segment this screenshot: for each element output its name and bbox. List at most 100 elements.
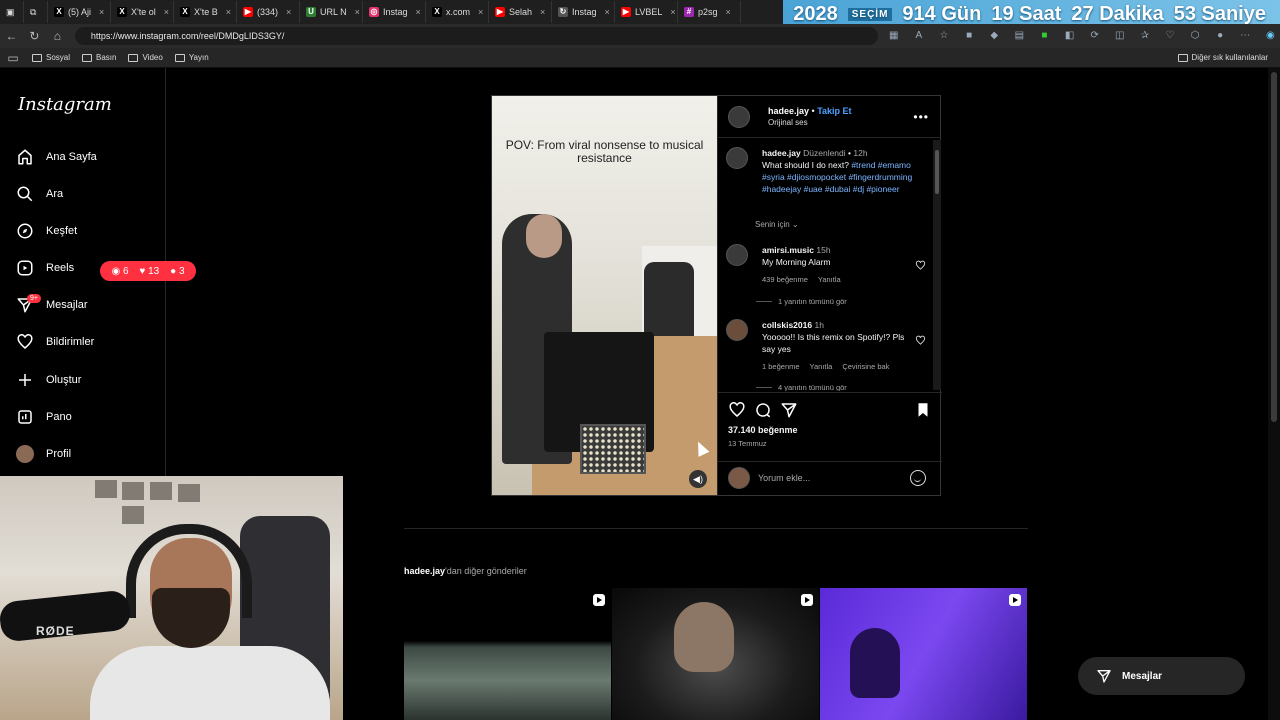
reel-video[interactable]: POV: From viral nonsense to musical resi… (492, 96, 717, 495)
bookmark-folder[interactable]: Video (128, 53, 163, 62)
more-posts-username[interactable]: hadee.jay (404, 566, 445, 576)
browser-tab[interactable]: X X'te B × (174, 1, 237, 23)
browser-menu-button[interactable]: ▣ (0, 1, 24, 23)
comment-username[interactable]: amirsi.music (762, 245, 814, 255)
related-reel-thumbnail[interactable] (612, 588, 819, 720)
browser-tab[interactable]: Xx.com × (426, 1, 489, 23)
sidebar-item-search[interactable]: Ara (16, 185, 63, 203)
browser-tab[interactable]: ↻ Instag × (552, 1, 615, 23)
mute-icon[interactable]: ◀) (689, 470, 707, 488)
close-tab-icon[interactable]: × (478, 7, 483, 17)
browser-tab[interactable]: ◎ Instag × (363, 1, 426, 23)
close-tab-icon[interactable]: × (605, 7, 610, 17)
extension-icon[interactable]: ◧ (1060, 30, 1079, 42)
messages-floating-button[interactable]: Mesajlar (1078, 657, 1245, 695)
browser-tab[interactable]: ▶ LVBEL × (615, 1, 678, 23)
close-tab-icon[interactable]: × (226, 7, 231, 17)
extension-icon[interactable]: ▦ (884, 30, 903, 42)
share-send-icon[interactable] (780, 401, 798, 419)
close-tab-icon[interactable]: × (164, 7, 169, 17)
close-tab-icon[interactable]: × (726, 7, 731, 17)
close-tab-icon[interactable]: × (99, 7, 104, 17)
sidebar-item-notifications[interactable]: Bildirimler (16, 333, 94, 351)
sidebar-item-profile[interactable]: Profil (16, 445, 71, 463)
translate-button[interactable]: Çevirisine bak (842, 361, 889, 373)
author-username[interactable]: hadee.jay (768, 106, 809, 116)
related-reel-thumbnail[interactable] (820, 588, 1027, 720)
like-comment-heart-icon[interactable] (915, 258, 926, 276)
save-bookmark-icon[interactable] (914, 401, 932, 424)
close-tab-icon[interactable]: × (286, 7, 291, 17)
like-count[interactable]: 37.140 beğenme (728, 425, 798, 435)
sidebar-item-home[interactable]: Ana Sayfa (16, 148, 97, 166)
tab-actions-button[interactable]: ⧉ (24, 1, 48, 23)
sidebar-item-explore[interactable]: Keşfet (16, 222, 77, 240)
more-options-icon[interactable]: ••• (913, 110, 929, 124)
author-avatar[interactable] (726, 147, 748, 169)
page-scrollbar-thumb[interactable] (1271, 72, 1277, 422)
extension-icon[interactable]: ■ (1035, 30, 1054, 42)
read-aloud-icon[interactable]: A (909, 30, 928, 42)
back-icon[interactable]: ← (0, 29, 23, 43)
comment-bubble-icon[interactable] (754, 401, 772, 419)
sidebar-item-create[interactable]: Oluştur (16, 371, 81, 389)
bookmark-folder[interactable]: Basın (82, 53, 116, 62)
extension-icon[interactable]: ◆ (985, 30, 1004, 42)
sidebar-item-dashboard[interactable]: Pano (16, 408, 72, 426)
view-replies-button[interactable]: 1 yanıtın tümünü gör (756, 297, 847, 306)
view-replies-button[interactable]: 4 yanıtın tümünü gör (756, 383, 847, 391)
comment-likes[interactable]: 1 beğenme (762, 361, 800, 373)
instagram-logo[interactable]: Instagram (18, 94, 112, 115)
page-scrollbar[interactable] (1268, 68, 1280, 720)
author-avatar[interactable] (728, 105, 750, 128)
scrollbar-thumb[interactable] (935, 150, 939, 194)
browser-tab[interactable]: ▶ (334) × (237, 1, 300, 23)
commenter-avatar[interactable] (726, 244, 748, 266)
other-bookmarks-folder[interactable]: Diğer sık kullanılanlar (1177, 53, 1268, 62)
profile-avatar-icon[interactable]: ● (1211, 30, 1230, 42)
url-input[interactable]: https://www.instagram.com/reel/DMDgLIDS3… (74, 27, 879, 45)
collections-icon[interactable]: ♡ (1160, 30, 1179, 42)
extension-icon[interactable]: ⬡ (1186, 30, 1205, 42)
sidebar-item-reels[interactable]: Reels (16, 259, 74, 277)
reply-button[interactable]: Yanıtla (810, 361, 833, 373)
copilot-icon[interactable]: ◉ (1261, 30, 1280, 42)
comment-sort-dropdown[interactable]: Senin için ⌄ (755, 220, 799, 229)
more-menu-icon[interactable]: ⋯ (1236, 30, 1255, 42)
audio-label[interactable]: Orijinal ses (768, 117, 852, 129)
browser-tab[interactable]: X X'te ol × (111, 1, 174, 23)
commenter-avatar[interactable] (726, 319, 748, 341)
extension-icon[interactable]: ▤ (1010, 30, 1029, 42)
favorite-star-icon[interactable]: ☆ (934, 30, 953, 42)
favorites-icon[interactable]: ✰ (1135, 30, 1154, 42)
tab-label: Instag (383, 7, 408, 17)
close-tab-icon[interactable]: × (670, 7, 675, 17)
sidebar-toggle-icon[interactable]: ▭ (6, 51, 20, 65)
extension-icon[interactable]: ⟳ (1085, 30, 1104, 42)
comment-likes[interactable]: 439 beğenme (762, 274, 808, 286)
comment-username[interactable]: collskis2016 (762, 320, 812, 330)
caption-username[interactable]: hadee.jay (762, 148, 801, 158)
refresh-icon[interactable]: ↻ (23, 29, 46, 43)
follow-button[interactable]: Takip Et (817, 106, 851, 116)
home-browser-icon[interactable]: ⌂ (46, 29, 69, 43)
bookmark-folder[interactable]: Yayın (174, 53, 209, 62)
browser-tab[interactable]: U URL N × (300, 1, 363, 23)
browser-tab[interactable]: X (5) Aji × (48, 1, 111, 23)
bookmark-folder[interactable]: Sosyal (32, 53, 70, 62)
comment-input[interactable] (758, 473, 908, 483)
reply-button[interactable]: Yanıtla (818, 274, 841, 286)
browser-tab[interactable]: ▶ Selah × (489, 1, 552, 23)
like-comment-heart-icon[interactable] (915, 333, 926, 351)
close-tab-icon[interactable]: × (416, 7, 421, 17)
browser-tab[interactable]: # p2sg × (678, 1, 741, 23)
split-screen-icon[interactable]: ◫ (1110, 30, 1129, 42)
close-tab-icon[interactable]: × (540, 7, 545, 17)
like-heart-icon[interactable] (728, 401, 746, 419)
close-tab-icon[interactable]: × (355, 7, 360, 17)
notification-bubble[interactable]: ◉ 6 ♥ 13 ● 3 (100, 261, 196, 281)
comments-scrollbar[interactable] (933, 140, 941, 390)
extension-icon[interactable]: ■ (960, 30, 979, 42)
related-reel-thumbnail[interactable] (404, 588, 611, 720)
emoji-icon[interactable] (910, 470, 926, 486)
